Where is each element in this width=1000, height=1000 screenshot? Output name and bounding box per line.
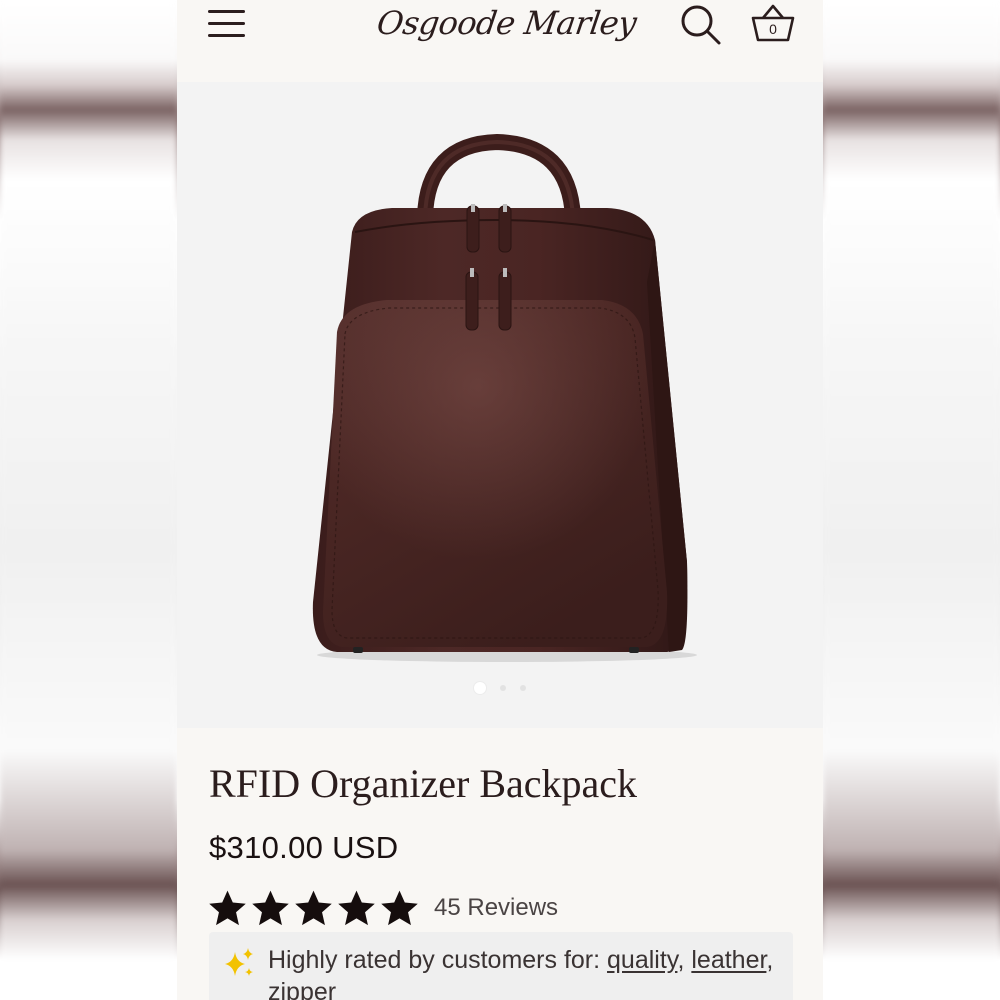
search-icon[interactable] xyxy=(680,4,722,46)
highlight-tag-quality[interactable]: quality xyxy=(607,946,677,974)
rating-summary[interactable]: 45 Reviews xyxy=(207,884,558,932)
backpack-product-image xyxy=(312,133,697,662)
review-highlights-box: Highly rated by customers for: quality, … xyxy=(209,932,793,1000)
product-image-gallery[interactable] xyxy=(177,82,823,728)
sparkle-icon xyxy=(225,948,253,976)
gallery-dot-2[interactable] xyxy=(500,685,506,691)
star-icon xyxy=(209,890,246,925)
highlight-tag-leather[interactable]: leather xyxy=(691,946,766,974)
star-icon xyxy=(295,890,332,925)
product-title: RFID Organizer Backpack xyxy=(209,761,638,806)
blurred-backdrop-right xyxy=(823,0,1000,1000)
star-icon xyxy=(252,890,289,925)
basket-icon[interactable]: 0 xyxy=(750,2,796,44)
product-price: $310.00 USD xyxy=(209,830,399,865)
gallery-dot-3[interactable] xyxy=(520,685,526,691)
site-header: Osgoode Marley 0 xyxy=(177,0,823,82)
brand-logo[interactable]: Osgoode Marley xyxy=(373,0,639,50)
gallery-pagination xyxy=(177,681,823,695)
star-icon xyxy=(338,890,375,925)
blurred-backdrop-left xyxy=(0,0,177,1000)
highlight-tag-zipper[interactable]: zipper xyxy=(268,978,336,1000)
hamburger-menu-icon[interactable] xyxy=(208,10,245,40)
highlight-separator: , xyxy=(766,946,774,974)
mobile-page: Osgoode Marley 0 RFID Organizer Backpack… xyxy=(177,0,823,1000)
highlight-separator: , xyxy=(677,946,685,974)
gallery-dot-1[interactable] xyxy=(474,682,486,694)
highlight-prefix: Highly rated by customers for: xyxy=(268,946,601,974)
star-icon xyxy=(381,890,418,925)
star-rating xyxy=(207,888,420,929)
reviews-link[interactable]: 45 Reviews xyxy=(434,894,558,922)
highlight-text: Highly rated by customers for: quality, … xyxy=(268,944,778,1000)
cart-count: 0 xyxy=(769,21,777,37)
